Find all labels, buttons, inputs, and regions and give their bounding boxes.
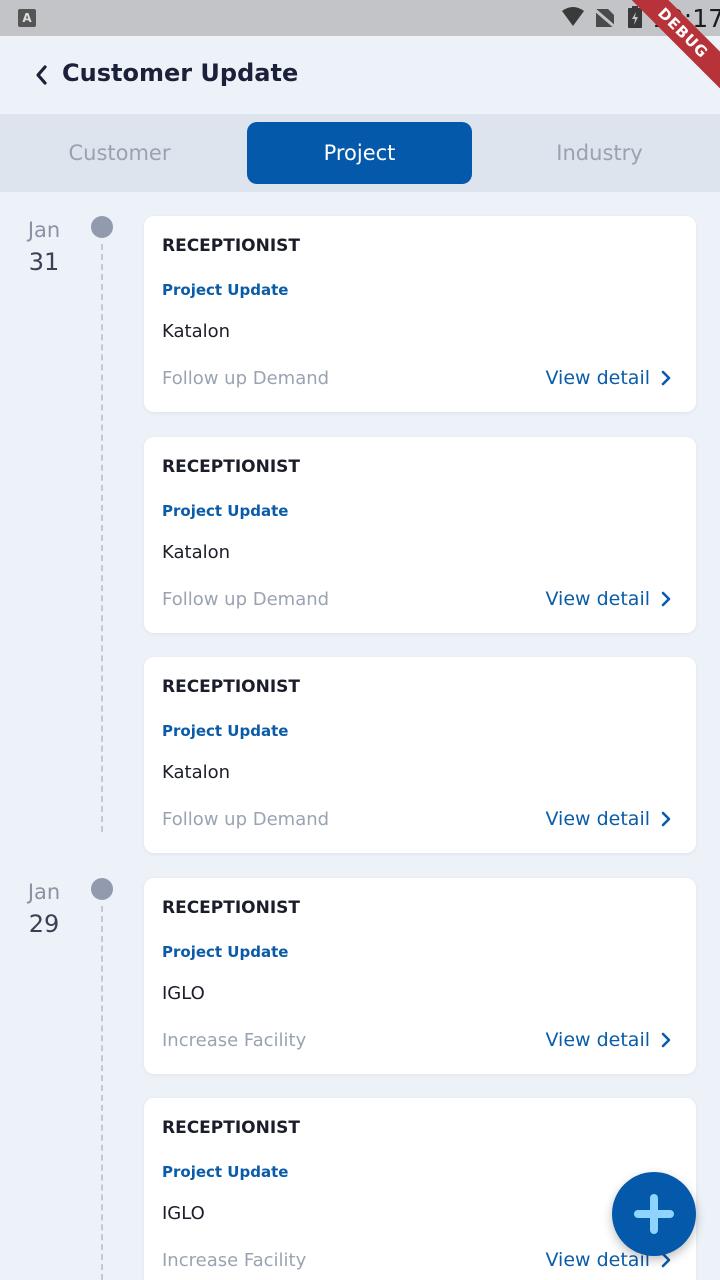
card-type: Project Update: [162, 502, 289, 520]
view-detail-label: View detail: [545, 588, 650, 610]
add-button[interactable]: [612, 1172, 696, 1256]
chevron-right-icon: [661, 811, 671, 827]
card-type: Project Update: [162, 943, 289, 961]
timeline-month: Jan: [27, 880, 61, 904]
card-status: Increase Facility: [162, 1250, 307, 1271]
tab-bar: Customer Project Industry: [0, 114, 720, 192]
card-type: Project Update: [162, 281, 289, 299]
card-role: RECEPTIONIST: [162, 898, 301, 918]
card-type: Project Update: [162, 722, 289, 740]
card-status: Follow up Demand: [162, 368, 330, 389]
card-company: IGLO: [162, 983, 205, 1004]
card-role: RECEPTIONIST: [162, 677, 301, 697]
update-card[interactable]: RECEPTIONIST Project Update IGLO Increas…: [144, 1098, 696, 1280]
page-title: Customer Update: [62, 59, 299, 87]
timeline-date: Jan 31: [0, 218, 88, 276]
timeline-day: 31: [28, 248, 60, 276]
timeline-dot: [91, 216, 113, 238]
chevron-right-icon: [661, 370, 671, 386]
chevron-right-icon: [661, 591, 671, 607]
view-detail-label: View detail: [545, 808, 650, 830]
card-role: RECEPTIONIST: [162, 457, 301, 477]
status-icons: [562, 6, 642, 30]
back-arrow-icon[interactable]: [28, 60, 58, 90]
card-company: IGLO: [162, 1203, 205, 1224]
timeline-line: [101, 906, 103, 1280]
card-type: Project Update: [162, 1163, 289, 1181]
app-notification-icon: A: [18, 9, 36, 27]
card-role: RECEPTIONIST: [162, 1118, 301, 1138]
app-bar: Customer Update: [0, 36, 720, 114]
no-sim-icon: [593, 7, 617, 30]
update-card[interactable]: RECEPTIONIST Project Update Katalon Foll…: [144, 657, 696, 853]
view-detail-link[interactable]: View detail: [545, 808, 672, 830]
status-bar: A 10:17: [0, 0, 720, 36]
tab-customer[interactable]: Customer: [7, 122, 232, 184]
battery-icon: [628, 6, 642, 28]
update-card[interactable]: RECEPTIONIST Project Update Katalon Foll…: [144, 437, 696, 633]
card-company: Katalon: [162, 762, 231, 783]
view-detail-label: View detail: [545, 367, 650, 389]
card-status: Increase Facility: [162, 1030, 307, 1051]
timeline-month: Jan: [27, 218, 61, 242]
chevron-right-icon: [661, 1032, 671, 1048]
tab-project[interactable]: Project: [247, 122, 472, 184]
update-card[interactable]: RECEPTIONIST Project Update IGLO Increas…: [144, 878, 696, 1074]
card-company: Katalon: [162, 321, 231, 342]
view-detail-label: View detail: [545, 1249, 650, 1271]
card-company: Katalon: [162, 542, 231, 563]
plus-icon: [634, 1194, 674, 1234]
timeline-day: 29: [28, 910, 60, 938]
timeline-line: [101, 244, 103, 832]
view-detail-link[interactable]: View detail: [545, 367, 672, 389]
view-detail-label: View detail: [545, 1029, 650, 1051]
card-status: Follow up Demand: [162, 809, 330, 830]
timeline-date: Jan 29: [0, 880, 88, 938]
view-detail-link[interactable]: View detail: [545, 1029, 672, 1051]
view-detail-link[interactable]: View detail: [545, 588, 672, 610]
wifi-icon: [562, 7, 584, 26]
tab-industry[interactable]: Industry: [487, 122, 712, 184]
card-role: RECEPTIONIST: [162, 236, 301, 256]
update-card[interactable]: RECEPTIONIST Project Update Katalon Foll…: [144, 216, 696, 412]
card-status: Follow up Demand: [162, 589, 330, 610]
timeline-dot: [91, 878, 113, 900]
